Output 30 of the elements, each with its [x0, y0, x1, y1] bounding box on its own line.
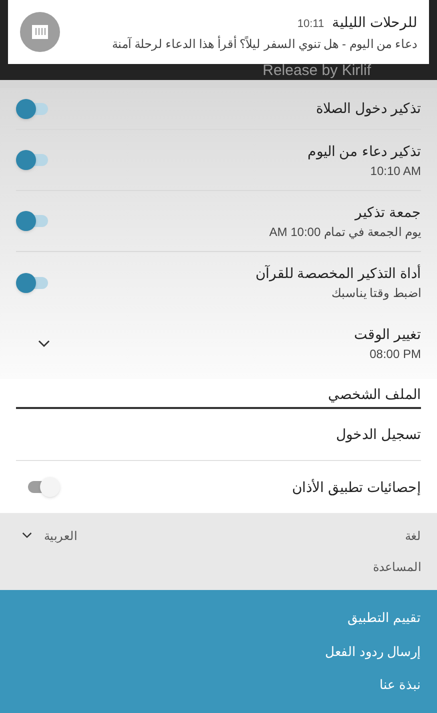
- section-header: الملف الشخصي: [16, 379, 421, 409]
- setting-title: تذكير دخول الصلاة: [316, 99, 421, 118]
- toggle-switch[interactable]: [16, 272, 50, 292]
- language-label: لغة: [405, 528, 421, 544]
- toggle-switch[interactable]: [16, 211, 50, 231]
- toggle-switch[interactable]: [26, 477, 60, 497]
- footer-link[interactable]: نبذة عنا: [379, 675, 421, 694]
- notification-text: دعاء من اليوم - هل تنوي السفر ليلاً؟ أقرأ هذا الدعاء لرحلة آمنة: [112, 34, 417, 52]
- setting-title: تغيير الوقت: [354, 325, 421, 344]
- login-link[interactable]: تسجيل الدخول: [336, 424, 421, 445]
- setting-subtitle: 08:00 PM: [370, 346, 421, 363]
- setting-subtitle: 10:10 AM: [370, 162, 421, 180]
- footer-link[interactable]: تقييم التطبيق: [347, 608, 421, 628]
- release-text: Release by Kirlif: [262, 61, 371, 81]
- footer-link[interactable]: إرسال ردود الفعل: [324, 642, 421, 661]
- app-icon: [20, 12, 60, 52]
- setting-title: تذكير دعاء من اليوم: [307, 142, 421, 162]
- setting-subtitle: يوم الجمعة في تمام 10:00 AM: [269, 224, 421, 240]
- setting-subtitle: اضبط وقتا يناسبك: [331, 285, 421, 302]
- notification-title: للرحلات الليلية: [332, 12, 417, 32]
- toggle-switch[interactable]: [16, 150, 50, 170]
- setting-title: أداة التذكير المخصصة للقرآن: [255, 263, 421, 284]
- chevron-down-icon: [22, 532, 32, 539]
- setting-title: إحصائيات تطبيق الأذان: [292, 478, 421, 498]
- setting-title: جمعة تذكير: [355, 202, 421, 222]
- toggle-switch[interactable]: [16, 98, 50, 118]
- chevron-down-icon: [38, 340, 50, 348]
- language-dropdown[interactable]: العربية: [16, 526, 77, 544]
- notification-time: 10:11: [297, 16, 324, 32]
- help-link[interactable]: المساعدة: [16, 558, 421, 590]
